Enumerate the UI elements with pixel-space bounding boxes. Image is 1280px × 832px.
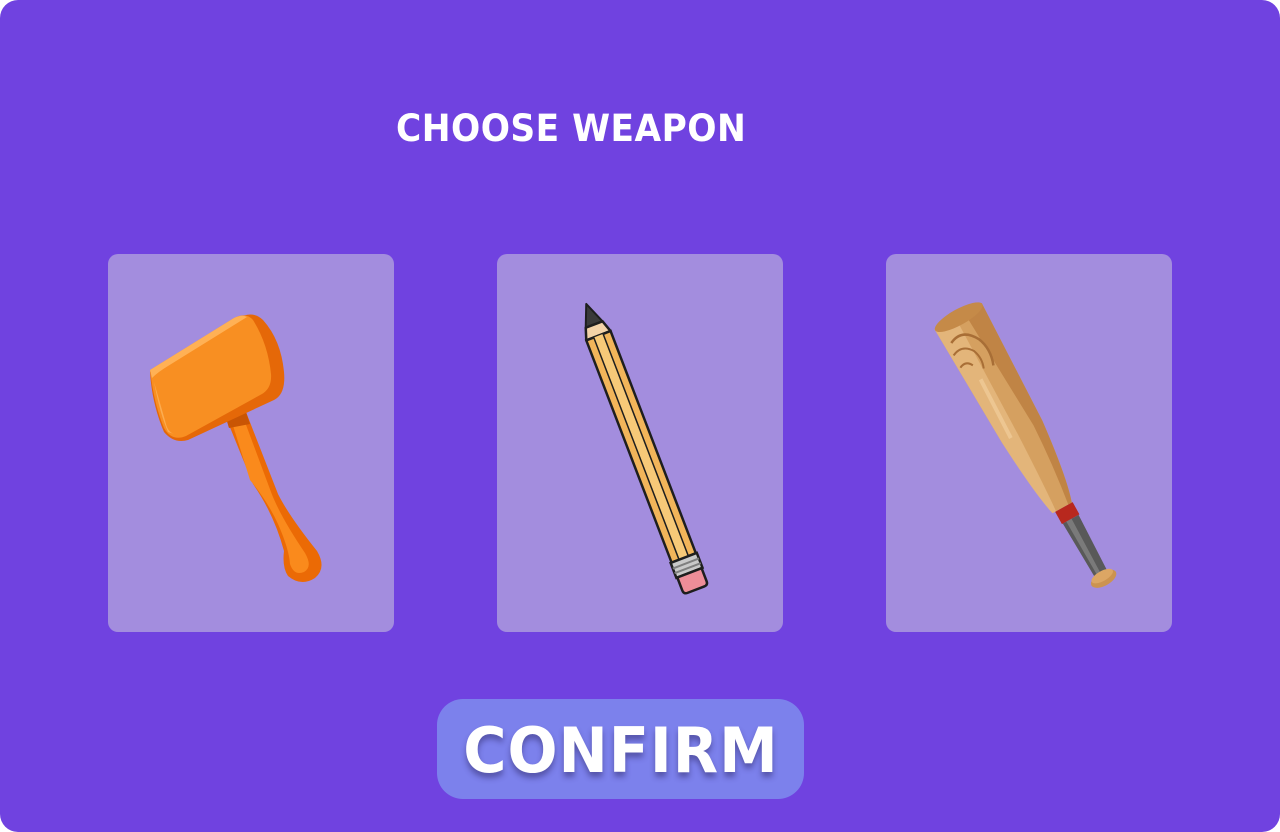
confirm-button-label: CONFIRM [462,713,779,787]
weapon-card-baseball-bat[interactable] [886,254,1172,632]
confirm-button[interactable]: CONFIRM [437,699,804,799]
baseball-bat-icon [934,302,1117,588]
hammer-icon [150,314,322,583]
weapon-card-hammer[interactable] [108,254,394,632]
weapon-card-pencil[interactable] [497,254,783,632]
screen-title: CHOOSE WEAPON [396,107,747,150]
weapon-select-screen: CHOOSE WEAPON CONFIRM [0,0,1280,832]
pencil-icon [584,302,709,595]
